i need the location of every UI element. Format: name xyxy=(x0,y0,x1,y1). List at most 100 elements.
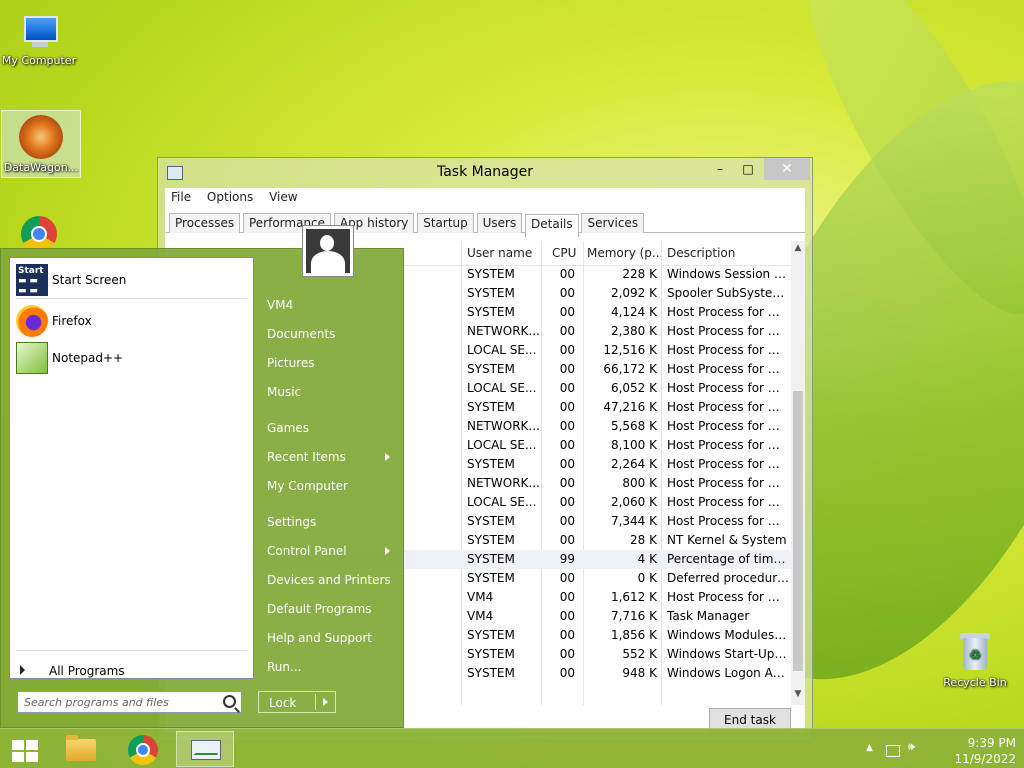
desktop-icon-label: Recycle Bin xyxy=(943,676,1007,689)
minimize-button[interactable]: – xyxy=(706,158,734,180)
chevron-right-icon xyxy=(385,547,390,555)
lock-options-icon[interactable] xyxy=(323,698,328,706)
system-tray: ▲ 🕪 9:39 PM 11/9/2022 xyxy=(866,733,1016,767)
start-link-music[interactable]: Music xyxy=(267,385,301,399)
start-link-label: Games xyxy=(267,421,309,435)
menu-options[interactable]: Options xyxy=(207,190,253,204)
column-header-memory[interactable]: Memory (p... xyxy=(587,246,663,260)
notepadpp-icon xyxy=(16,342,48,374)
start-link-recent-items[interactable]: Recent Items xyxy=(267,450,390,464)
cell-memory: 4 K xyxy=(637,552,657,566)
scroll-down-icon[interactable]: ▼ xyxy=(791,689,805,703)
cell-cpu: 00 xyxy=(559,514,575,528)
cell-description: Windows Modules I... xyxy=(667,628,789,642)
cell-cpu: 00 xyxy=(559,590,575,604)
desktop-icon-recycle-bin[interactable]: ♻ Recycle Bin xyxy=(936,630,1014,689)
start-link-run[interactable]: Run... xyxy=(267,660,301,674)
start-link-default-programs[interactable]: Default Programs xyxy=(267,602,372,616)
computer-icon xyxy=(18,14,60,50)
clock[interactable]: 9:39 PM 11/9/2022 xyxy=(936,735,1016,767)
cell-cpu: 99 xyxy=(559,552,575,566)
tab-processes[interactable]: Processes xyxy=(169,213,241,233)
lock-label: Lock xyxy=(269,696,297,710)
cell-user: NETWORK... xyxy=(467,476,540,490)
start-link-pictures[interactable]: Pictures xyxy=(267,356,315,370)
column-header-cpu[interactable]: CPU xyxy=(552,246,576,260)
title-bar[interactable]: Task Manager – □ ✕ xyxy=(158,158,812,188)
scroll-up-icon[interactable]: ▲ xyxy=(791,243,805,257)
tab-users[interactable]: Users xyxy=(476,213,523,233)
cell-memory: 2,060 K xyxy=(610,495,657,509)
folder-icon xyxy=(66,735,96,761)
start-item-notepadpp[interactable]: Notepad++ xyxy=(16,340,246,374)
desktop-icon-my-computer[interactable]: My Computer xyxy=(0,8,78,67)
tab-details[interactable]: Details xyxy=(525,214,579,237)
network-icon[interactable] xyxy=(886,745,900,757)
menu-bar: File Options View xyxy=(165,188,805,210)
start-item-label: Start Screen xyxy=(52,273,127,287)
cell-memory: 5,568 K xyxy=(610,419,657,433)
start-link-games[interactable]: Games xyxy=(267,421,309,435)
start-item-start-screen[interactable]: Start ▬ ▬ ▬ ▬ Start Screen xyxy=(16,262,246,296)
cell-user: SYSTEM xyxy=(467,571,515,585)
cell-memory: 7,716 K xyxy=(610,609,657,623)
cell-description: Percentage of time t... xyxy=(667,552,789,566)
datawagon-icon xyxy=(19,115,63,159)
menu-view[interactable]: View xyxy=(269,190,297,204)
start-link-documents[interactable]: Documents xyxy=(267,327,335,341)
start-link-vm4[interactable]: VM4 xyxy=(267,298,293,312)
taskbar-chrome[interactable] xyxy=(114,731,172,767)
cell-description: Host Process for Wi... xyxy=(667,400,789,414)
taskbar-task-manager[interactable] xyxy=(176,731,234,767)
start-search-input[interactable]: Search programs and files xyxy=(17,691,242,713)
cell-memory: 2,380 K xyxy=(610,324,657,338)
start-link-devices-and-printers[interactable]: Devices and Printers xyxy=(267,573,391,587)
cell-user: SYSTEM xyxy=(467,647,515,661)
close-button[interactable]: ✕ xyxy=(764,158,810,180)
all-programs[interactable]: All Programs xyxy=(20,664,125,678)
vertical-scrollbar[interactable]: ▲ ▼ xyxy=(791,241,805,705)
cell-user: SYSTEM xyxy=(467,286,515,300)
cell-user: NETWORK... xyxy=(467,324,540,338)
desktop-icon-datawagon[interactable]: DataWagon... xyxy=(1,110,81,178)
cell-user: SYSTEM xyxy=(467,666,515,680)
start-link-settings[interactable]: Settings xyxy=(267,515,316,529)
start-link-label: Music xyxy=(267,385,302,399)
cell-user: NETWORK... xyxy=(467,419,540,433)
start-link-my-computer[interactable]: My Computer xyxy=(267,479,348,493)
scroll-thumb[interactable] xyxy=(793,391,803,671)
cell-user: VM4 xyxy=(467,609,494,623)
user-avatar[interactable] xyxy=(302,225,354,277)
cell-description: Host Process for Wi... xyxy=(667,514,789,528)
windows-logo-icon xyxy=(12,740,38,762)
cell-user: LOCAL SE... xyxy=(467,438,537,452)
column-header-user[interactable]: User name xyxy=(467,246,532,260)
lock-button[interactable]: Lock xyxy=(258,691,336,713)
column-header-description[interactable]: Description xyxy=(667,246,735,260)
start-item-label: Firefox xyxy=(52,314,92,328)
cell-memory: 28 K xyxy=(630,533,657,547)
start-link-help-and-support[interactable]: Help and Support xyxy=(267,631,372,645)
start-link-label: Help and Support xyxy=(267,631,372,645)
cell-memory: 8,100 K xyxy=(610,438,657,452)
volume-icon[interactable]: 🕪 xyxy=(908,740,920,753)
search-icon[interactable] xyxy=(223,695,236,708)
cell-cpu: 00 xyxy=(559,381,575,395)
start-link-control-panel[interactable]: Control Panel xyxy=(267,544,390,558)
cell-memory: 7,344 K xyxy=(610,514,657,528)
cell-memory: 0 K xyxy=(637,571,657,585)
cell-description: Host Process for Wi... xyxy=(667,343,789,357)
tray-expand-icon[interactable]: ▲ xyxy=(866,743,873,753)
tab-services[interactable]: Services xyxy=(581,213,645,233)
start-link-label: Control Panel xyxy=(267,544,347,558)
taskbar-explorer[interactable] xyxy=(52,731,110,767)
desktop-icon-label: My Computer xyxy=(1,54,77,67)
tab-startup[interactable]: Startup xyxy=(417,213,474,233)
start-button[interactable] xyxy=(0,731,58,767)
cell-cpu: 00 xyxy=(559,343,575,357)
start-item-firefox[interactable]: Firefox xyxy=(16,303,246,337)
cell-description: Host Process for Wi... xyxy=(667,495,789,509)
cell-cpu: 00 xyxy=(559,457,575,471)
maximize-button[interactable]: □ xyxy=(734,158,762,180)
menu-file[interactable]: File xyxy=(171,190,191,204)
